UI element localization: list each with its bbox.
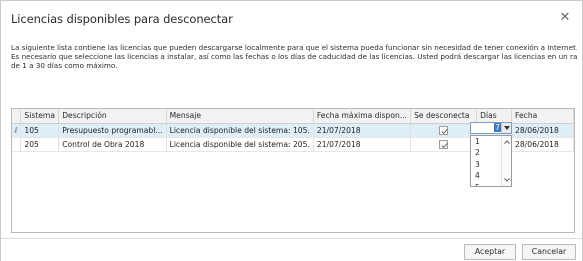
chevron-down-icon[interactable] [503,176,511,184]
licenses-dialog: Licencias disponibles para desconectar ✕… [0,0,583,261]
row-indicator [12,137,22,152]
cell-descripcion[interactable]: Control de Obra 2018 [58,137,167,152]
column-header-mensaje[interactable]: Mensaje [166,109,314,124]
edit-pencil-icon: ℓ [14,125,18,135]
days-option[interactable]: 3 [471,159,502,170]
column-header-fecha[interactable]: Fecha [511,109,574,124]
checkmark-icon [441,142,448,148]
table-header: Sistema Descripción Mensaje Fecha máxima… [12,109,574,124]
chevron-down-icon [504,126,510,130]
days-dropdown-button[interactable] [501,123,511,133]
column-header-descripcion[interactable]: Descripción [58,109,167,124]
cell-mensaje[interactable]: Licencia disponible del sistema: 105. [166,123,314,138]
days-option[interactable]: 1 [471,136,502,147]
cell-sistema[interactable]: 205 [20,137,60,152]
cell-sistema[interactable]: 105 [20,123,60,138]
checkmark-icon [441,128,448,134]
cell-se-desconecta[interactable] [410,137,478,152]
row-indicator-header [12,109,22,124]
close-icon[interactable]: ✕ [557,10,573,26]
days-options: 1 2 3 4 5 6 7 [471,136,502,186]
days-combobox[interactable]: 7 [470,122,512,134]
cell-se-desconecta[interactable] [410,123,478,138]
cell-descripcion[interactable]: Presupuesto programabl... [58,123,167,138]
cell-fecha-maxima[interactable]: 21/07/2018 [313,137,412,152]
accept-button[interactable]: Aceptar [464,244,516,260]
days-dropdown-list[interactable]: 1 2 3 4 5 6 7 [470,135,512,187]
description-line: Es necesario que seleccione las licencia… [11,52,577,62]
cell-fecha-maxima[interactable]: 21/07/2018 [313,123,412,138]
cell-mensaje[interactable]: Licencia disponible del sistema: 205. [166,137,314,152]
cell-fecha[interactable]: 28/06/2018 [511,123,574,138]
description-text: La siguiente lista contiene las licencia… [11,43,577,71]
days-option[interactable]: 4 [471,170,502,181]
days-option[interactable]: 2 [471,147,502,158]
dropdown-scrollbar[interactable] [501,136,511,186]
dialog-footer: Aceptar Cancelar [1,238,582,261]
days-value[interactable]: 7 [471,123,502,133]
dialog-title: Licencias disponibles para desconectar [11,12,233,26]
cancel-button[interactable]: Cancelar [522,244,576,260]
days-option[interactable]: 5 [471,182,502,186]
column-header-se-desconecta[interactable]: Se desconecta [410,109,478,124]
chevron-up-icon[interactable] [503,138,511,146]
disconnect-checkbox[interactable] [439,125,449,135]
description-line: de 1 a 30 días como máximo. [11,61,118,71]
cell-fecha[interactable]: 28/06/2018 [511,137,574,152]
column-header-sistema[interactable]: Sistema [20,109,60,124]
days-selected-text: 7 [494,123,501,132]
row-indicator: ℓ [12,123,22,138]
column-header-dias[interactable]: Días [476,109,513,124]
column-header-fecha-maxima[interactable]: Fecha máxima dispon... [313,109,412,124]
disconnect-checkbox[interactable] [439,139,449,149]
description-line: La siguiente lista contiene las licencia… [11,43,577,52]
